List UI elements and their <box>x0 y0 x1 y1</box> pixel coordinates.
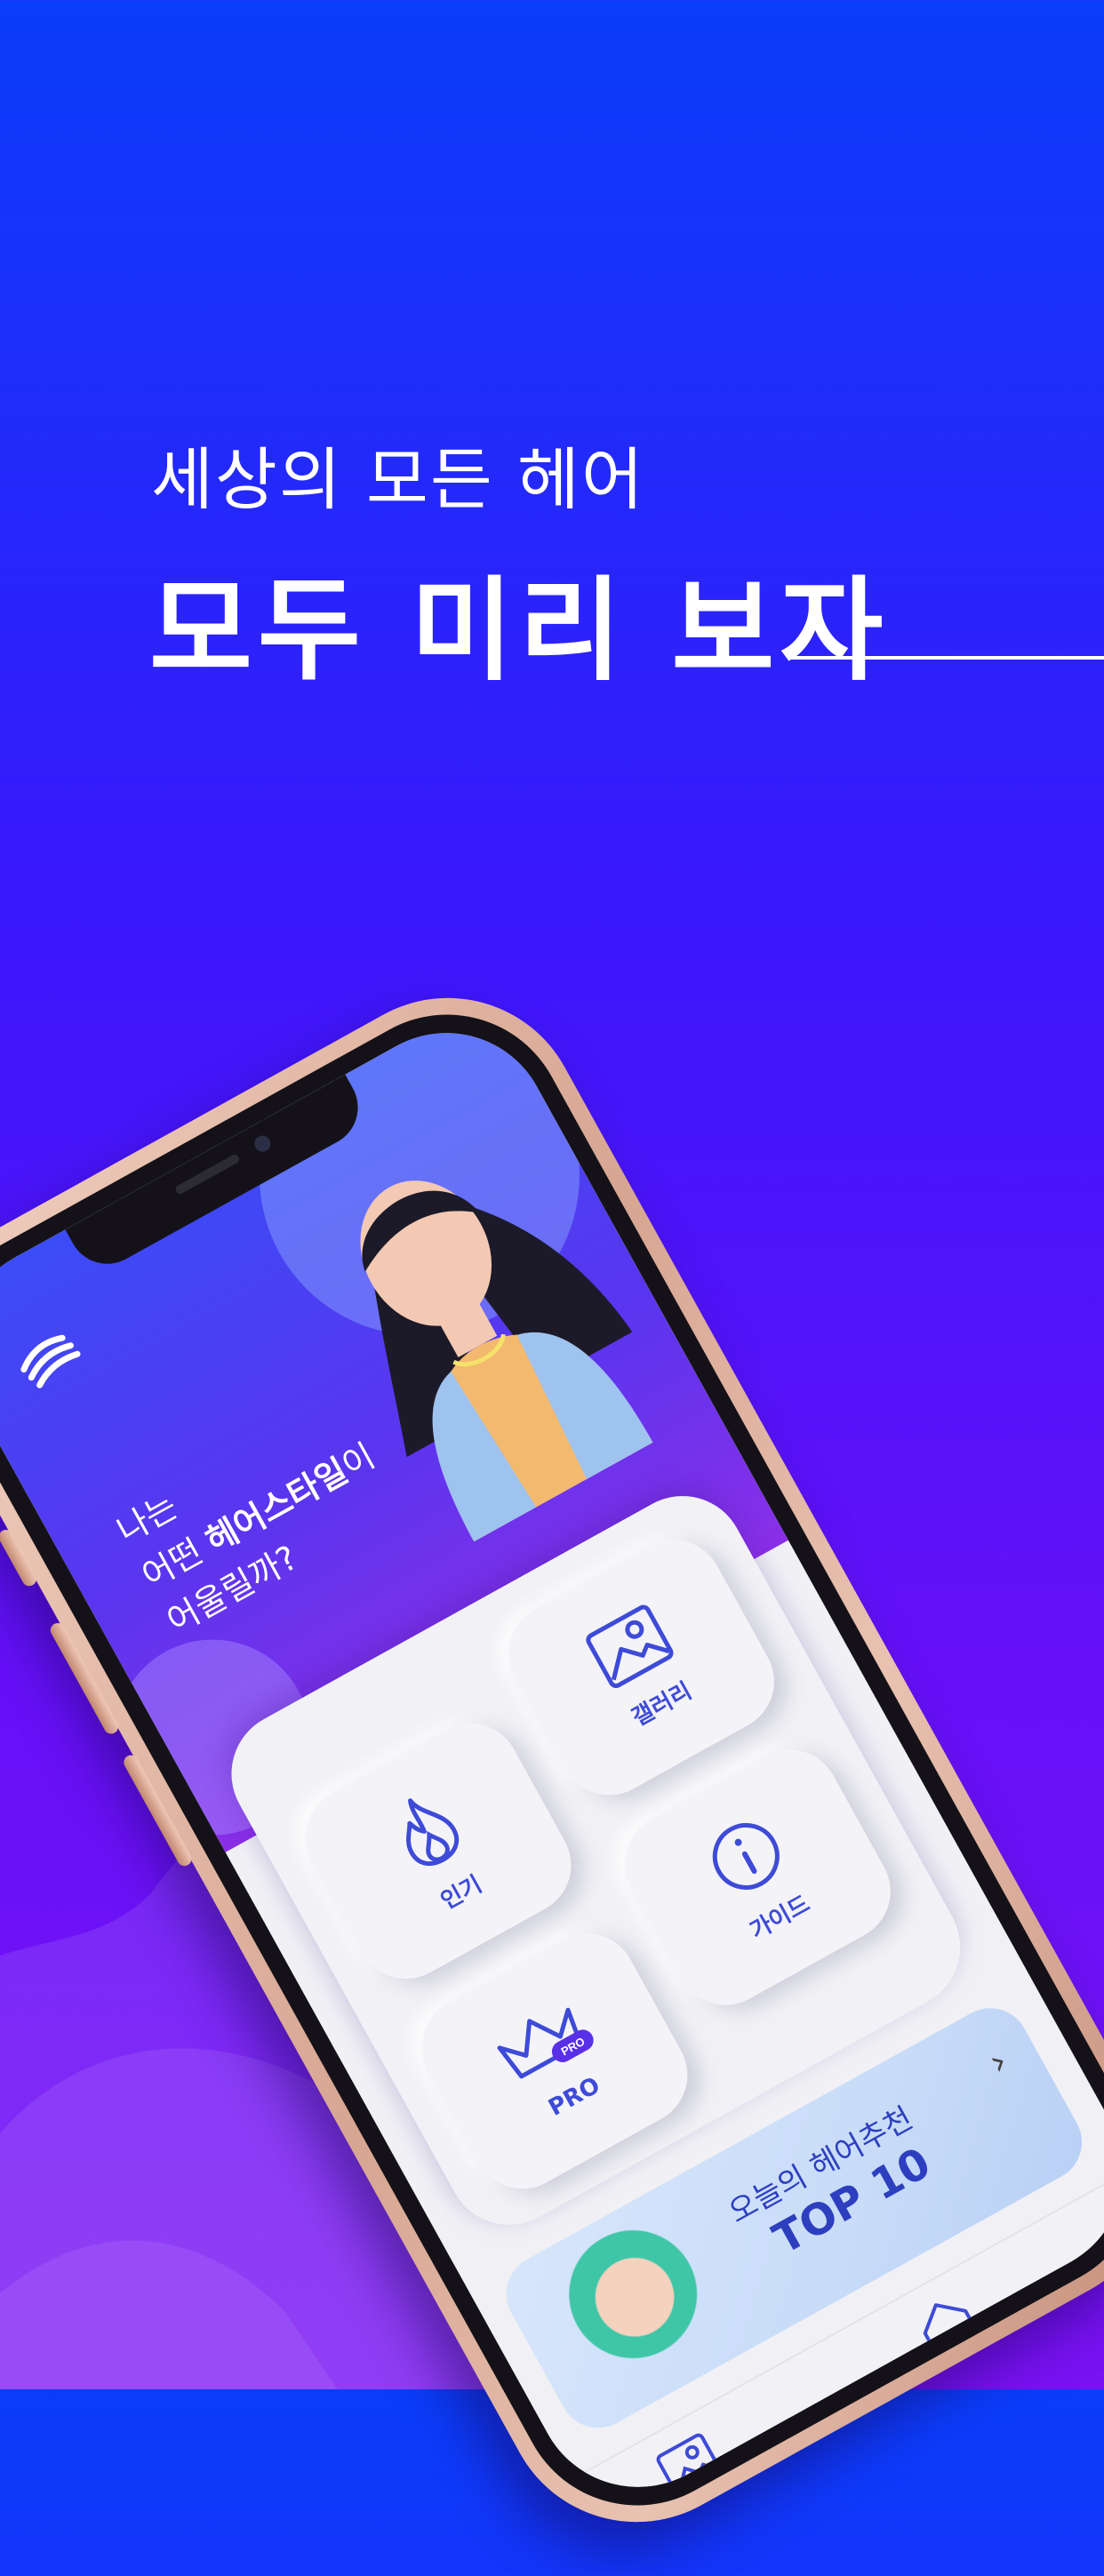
info-icon <box>712 1822 780 1890</box>
hairstyle-question: 나는 어떤 헤어스타일이 어울릴까? <box>108 1386 410 1647</box>
hero-subtitle: 세상의 모든 헤어 <box>151 440 645 519</box>
chevron-right-icon[interactable]: › <box>982 2041 1014 2084</box>
flame-icon <box>405 1797 459 1866</box>
menu-label-pro: PRO <box>544 2071 605 2122</box>
hero-underline <box>791 656 1104 660</box>
menu-label-popular: 인기 <box>436 1870 487 1916</box>
menu-label-gallery: 갤러리 <box>627 1676 697 1732</box>
app-logo-icon <box>20 1334 81 1388</box>
hero-title: 모두 미리 보자 <box>149 565 889 696</box>
model-photo <box>532 2199 755 2425</box>
front-camera <box>252 1132 274 1155</box>
image-icon <box>586 1604 674 1688</box>
menu-label-guide: 가이드 <box>745 1890 815 1945</box>
